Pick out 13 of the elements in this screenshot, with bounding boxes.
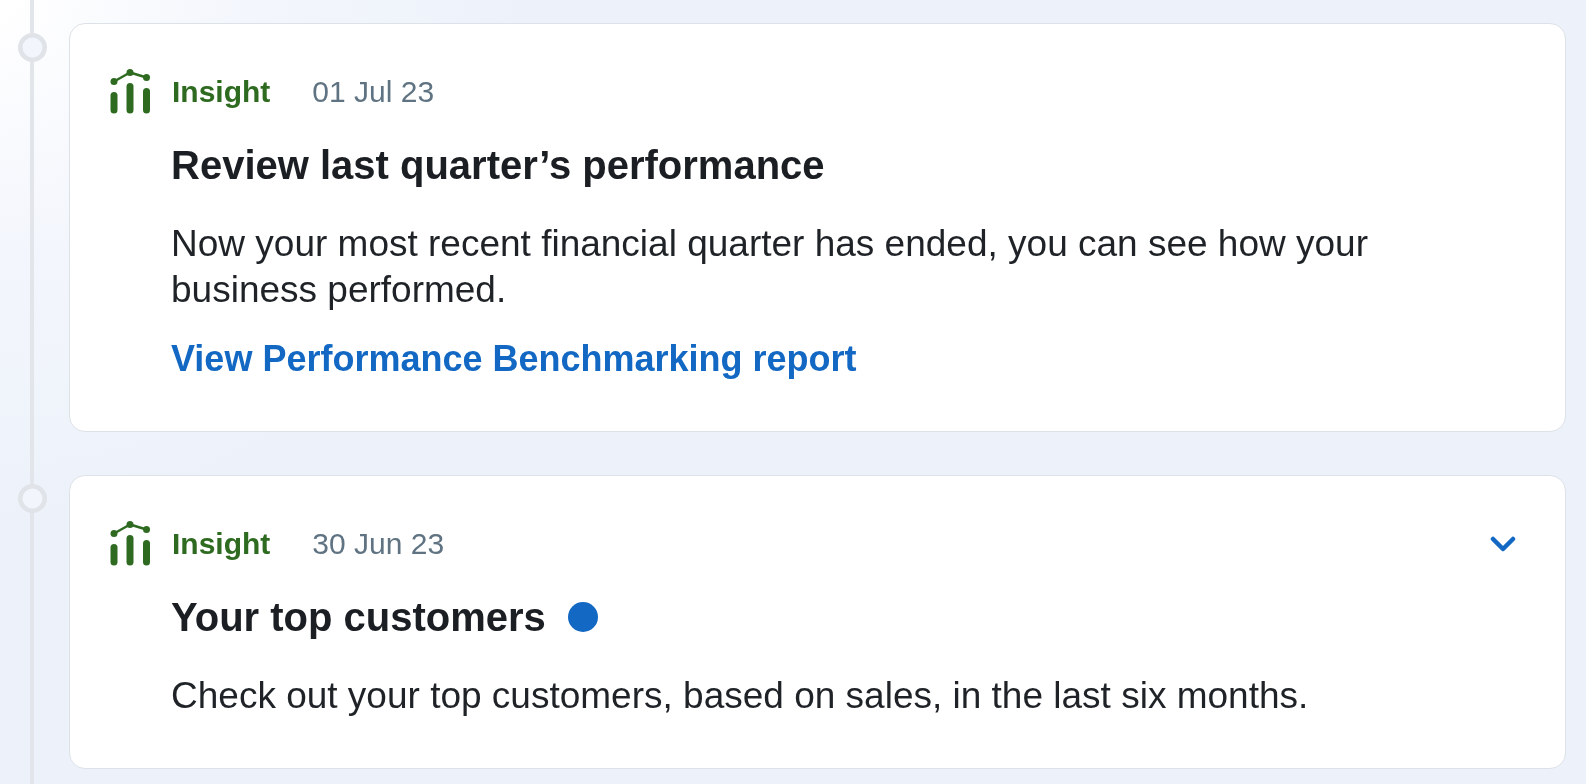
report-link[interactable]: View Performance Benchmarking report: [171, 336, 857, 382]
date-label: 30 Jun 23: [312, 525, 445, 562]
date-label: 01 Jul 23: [312, 73, 435, 110]
card-description: Now your most recent financial quarter has ended, you can see how your business performed.: [171, 222, 1369, 312]
category-label: Insight: [172, 525, 271, 562]
bar-chart-icon: [110, 69, 151, 114]
card-description: Check out your top customers, based on sales, in the last six months.: [171, 674, 1309, 718]
card-title: Your top customers: [171, 594, 546, 641]
timeline-node-icon: [18, 33, 47, 62]
card-title: Review last quarter’s performance: [171, 142, 825, 189]
chevron-down-icon[interactable]: [1490, 535, 1516, 552]
bar-chart-icon: [110, 521, 151, 566]
category-label: Insight: [172, 73, 271, 110]
